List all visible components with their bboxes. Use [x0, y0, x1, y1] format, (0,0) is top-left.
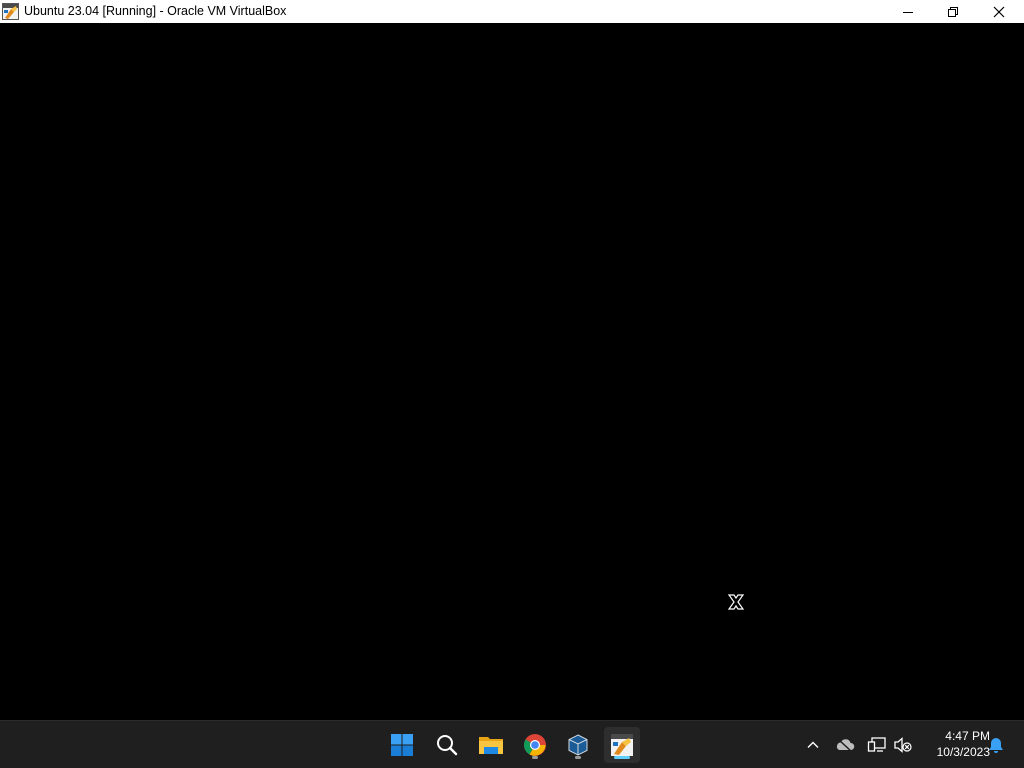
vm-app-icon[interactable] — [2, 3, 19, 20]
notifications-button[interactable] — [984, 733, 1008, 757]
running-indicator — [532, 756, 538, 759]
network-tray-button[interactable] — [865, 733, 889, 757]
virtualbox-button[interactable] — [560, 727, 596, 763]
vm-window-icon — [611, 734, 633, 756]
window-title: Ubuntu 23.04 [Running] - Oracle VM Virtu… — [24, 4, 287, 18]
minimize-button[interactable] — [885, 0, 931, 23]
vm-display[interactable] — [0, 23, 1024, 720]
active-indicator — [614, 756, 630, 759]
volume-tray-button[interactable] — [891, 733, 915, 757]
restore-icon — [948, 6, 958, 17]
chrome-icon — [524, 734, 546, 756]
windows-logo-icon — [391, 734, 413, 756]
onedrive-tray-button[interactable] — [833, 733, 857, 757]
network-icon — [867, 737, 886, 752]
bell-icon — [989, 738, 1003, 753]
search-icon — [437, 735, 458, 756]
onedrive-icon — [836, 738, 855, 753]
taskbar: 4:47 PM 10/3/2023 — [0, 720, 1024, 768]
folder-icon — [479, 737, 503, 754]
virtualbox-window: Ubuntu 23.04 [Running] - Oracle VM Virtu… — [0, 0, 1024, 720]
clock-time: 4:47 PM — [945, 729, 990, 743]
restore-button[interactable] — [930, 0, 976, 23]
taskbar-clock[interactable]: 4:47 PM 10/3/2023 — [916, 728, 990, 760]
running-indicator — [575, 756, 581, 759]
show-hidden-icons-button[interactable] — [801, 733, 825, 757]
close-button[interactable] — [976, 0, 1022, 23]
chrome-button[interactable] — [517, 727, 553, 763]
virtualbox-icon — [568, 734, 588, 756]
close-icon — [993, 6, 1005, 17]
volume-muted-icon — [894, 737, 912, 753]
file-explorer-button[interactable] — [473, 727, 509, 763]
x-cursor-icon — [727, 594, 745, 610]
search-button[interactable] — [429, 727, 465, 763]
minimize-icon — [903, 11, 913, 13]
clock-date: 10/3/2023 — [936, 745, 990, 759]
title-bar[interactable]: Ubuntu 23.04 [Running] - Oracle VM Virtu… — [0, 0, 1024, 23]
start-button[interactable] — [384, 727, 420, 763]
vm-window-button[interactable] — [604, 727, 640, 763]
chevron-up-icon — [807, 741, 819, 748]
